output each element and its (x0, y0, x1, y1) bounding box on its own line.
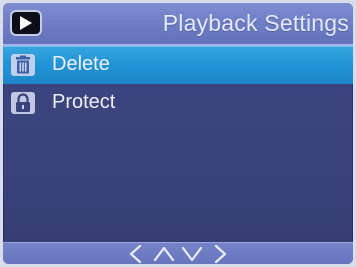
navigation-hint-bar (3, 242, 353, 264)
lock-icon (10, 91, 36, 115)
title-bar: Playback Settings (3, 3, 353, 46)
settings-menu: Delete Protect (3, 46, 353, 122)
page-title: Playback Settings (162, 10, 349, 36)
playback-settings-screen: Playback Settings Delete Protect (3, 3, 353, 264)
menu-item-delete[interactable]: Delete (3, 46, 353, 84)
right-arrow-icon[interactable] (209, 244, 231, 264)
menu-item-label: Delete (52, 53, 110, 75)
play-icon (12, 12, 40, 34)
left-arrow-icon[interactable] (125, 244, 147, 264)
up-arrow-icon[interactable] (153, 244, 175, 264)
menu-item-label: Protect (52, 91, 116, 113)
down-arrow-icon[interactable] (181, 244, 203, 264)
trash-icon (10, 53, 36, 77)
menu-item-protect[interactable]: Protect (3, 84, 353, 122)
